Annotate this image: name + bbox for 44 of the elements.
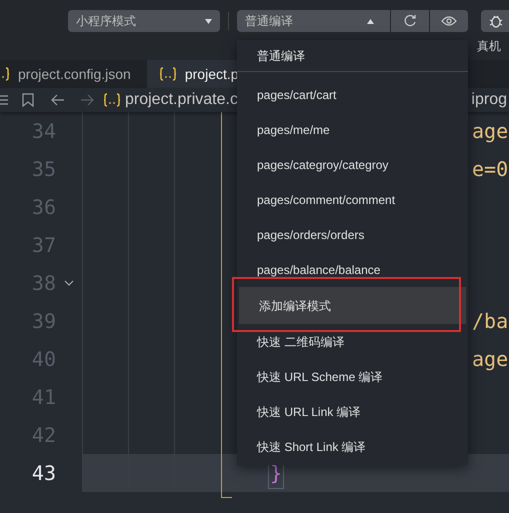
refresh-button[interactable] [391,10,429,32]
line-number: 42 [30,422,56,449]
line-number: 36 [30,194,56,221]
bookmark-icon[interactable] [22,93,34,107]
menu-item[interactable]: pages/categroy/categroy [237,147,468,182]
menu-item[interactable]: 快速 URL Scheme 编译 [237,359,468,394]
caret-icon [367,18,374,24]
menu-item[interactable]: pages/me/me [237,112,468,147]
braces-icon [103,93,121,107]
caret-icon [205,18,212,24]
code-text: e=0 [472,156,508,183]
line-number: 34 [30,118,56,145]
line-number: 37 [30,232,56,259]
list-icon[interactable] [0,94,8,106]
refresh-icon [403,14,417,28]
code-text: age [472,346,508,373]
menu-header[interactable]: 普通编译 [237,40,468,72]
menu-item[interactable]: pages/orders/orders [237,217,468,252]
breadcrumb-path[interactable]: project.private.c [125,88,238,112]
line-number: 39 [30,308,56,335]
line-number: 40 [30,346,56,373]
breadcrumb-path[interactable]: iprog [471,88,509,112]
bug-icon [489,14,503,28]
line-number: 35 [30,156,56,183]
line-number: 43 [30,460,56,487]
braces-icon [158,67,177,81]
menu-item[interactable]: 添加编译模式 [239,287,466,324]
line-number: 38 [30,270,56,297]
menu-item[interactable]: 快速 二维码编译 [237,324,468,359]
menu-item[interactable]: pages/comment/comment [237,182,468,217]
menu-item[interactable]: pages/balance/balance [237,252,468,287]
preview-button[interactable] [430,10,468,32]
braces-icon [0,67,10,81]
menu-item[interactable]: 快速 URL Link 编译 [237,394,468,429]
mode-select[interactable]: 小程序模式 [68,10,220,32]
code-text: age [472,118,508,145]
compile-select[interactable]: 普通编译 [237,10,390,32]
debug-button[interactable] [481,10,509,32]
eye-icon [441,16,457,26]
line-number: 41 [30,384,56,411]
chevron-down-icon[interactable] [64,280,74,286]
code-text: /ba [472,308,508,335]
back-arrow-icon[interactable] [51,94,65,106]
debug-label: 真机 [477,38,501,55]
